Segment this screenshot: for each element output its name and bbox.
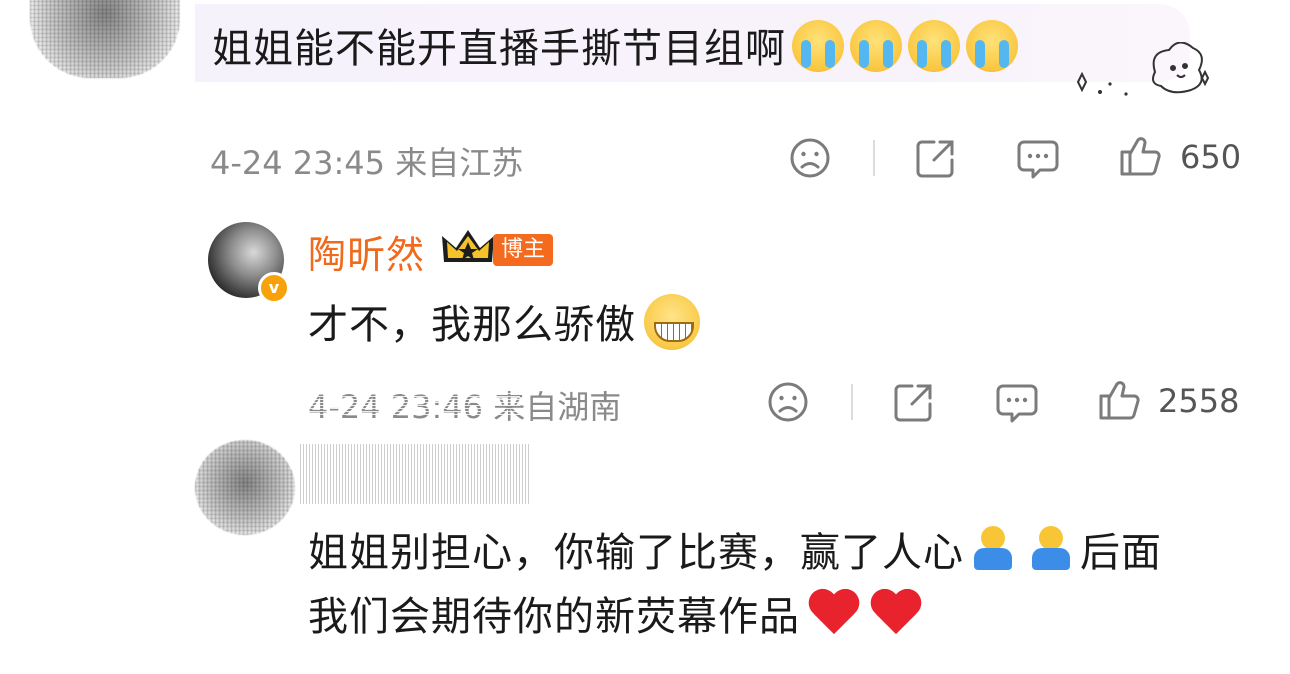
crying-face-icon [792,20,844,72]
hug-icon [1028,526,1074,572]
bottom-comment-line2: 我们会期待你的新荧幕作品 [308,588,924,641]
share-icon[interactable] [892,380,936,424]
author-name[interactable]: 陶昕然 [308,224,425,279]
dislike-face-icon[interactable] [766,380,810,424]
red-heart-icon [868,588,924,638]
red-heart-icon [806,588,862,638]
sparkle-bear-decoration-icon [1076,42,1210,96]
bottom-comment-text-tail: 后面 [1080,530,1162,576]
like-count: 2558 [1158,382,1240,420]
crying-face-icon [908,20,960,72]
dislike-face-icon[interactable] [788,136,832,180]
crown-icon [442,230,494,262]
grinning-face-icon [644,294,700,350]
top-comment: 姐姐能不能开直播手撕节目组啊 [212,20,1018,73]
like-count: 650 [1180,138,1242,176]
thumbs-up-icon[interactable] [1097,378,1141,422]
mosaic-overlay [290,385,520,415]
bottom-comment-line1: 姐姐别担心，你输了比赛，赢了人心 后面 [308,526,1162,577]
blogger-badge: 博主 [493,234,554,266]
share-icon[interactable] [914,136,958,180]
commenter-avatar[interactable] [30,0,180,78]
bottom-comment-text: 姐姐别担心，你输了比赛，赢了人心 [308,530,964,576]
comment-icon[interactable] [995,380,1039,424]
thumbs-up-icon[interactable] [1118,134,1162,178]
bottom-comment-text-2: 我们会期待你的新荧幕作品 [308,594,800,640]
action-divider [851,384,853,420]
commenter-avatar[interactable] [195,440,295,535]
reply-text: 才不，我那么骄傲 [308,302,636,348]
hug-icon [970,526,1016,572]
reply-comment: 才不，我那么骄傲 [308,294,700,350]
crying-face-icon [966,20,1018,72]
top-comment-text: 姐姐能不能开直播手撕节目组啊 [212,26,786,72]
comment-icon[interactable] [1016,136,1060,180]
mosaic-username [300,444,530,504]
verified-badge: v [258,272,290,304]
action-divider [873,140,875,176]
comment-meta: 4-24 23:45 来自江苏 [210,144,524,182]
crying-face-icon [850,20,902,72]
